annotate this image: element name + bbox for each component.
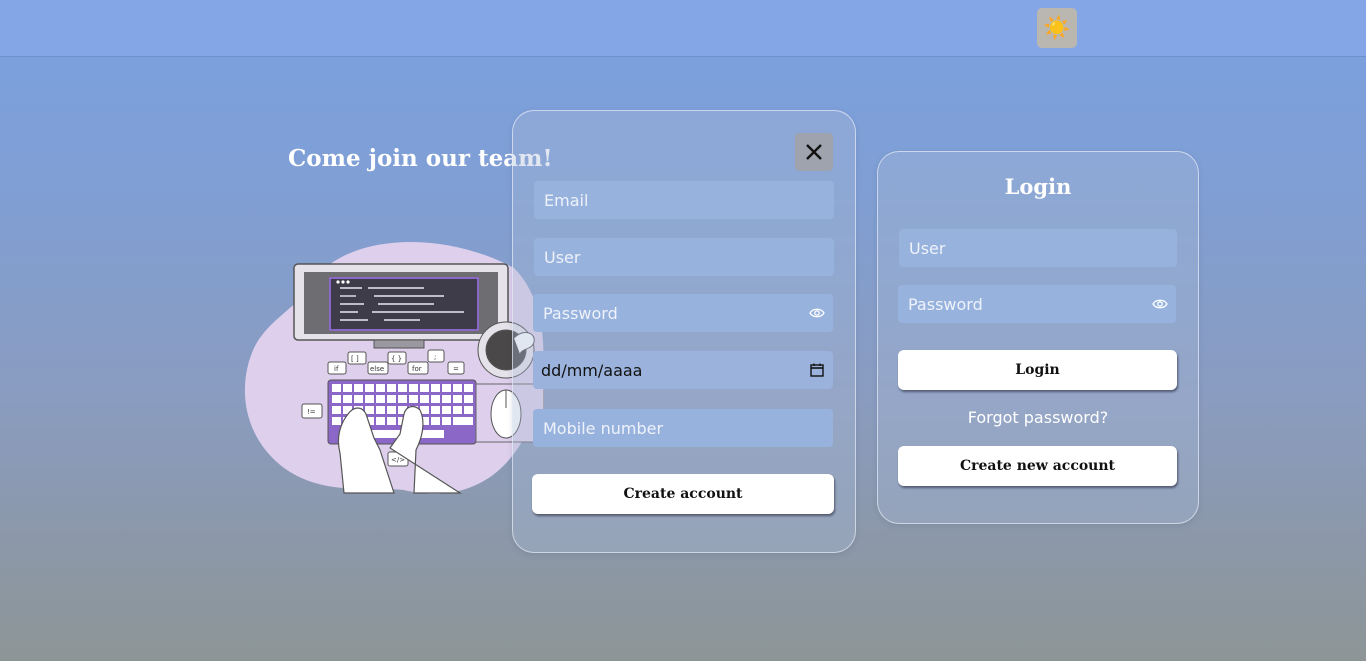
svg-text:</>: </> — [391, 456, 405, 464]
theme-toggle-button[interactable]: ☀️ — [1037, 8, 1077, 48]
signup-password-field[interactable] — [533, 294, 833, 332]
signup-card: dd/mm/aaaa Create account — [512, 110, 856, 553]
login-button[interactable]: Login — [898, 350, 1177, 390]
close-icon — [806, 144, 822, 160]
svg-text:{ }: { } — [391, 355, 402, 363]
signup-user-input[interactable] — [542, 246, 826, 268]
signup-birthdate-field[interactable]: dd/mm/aaaa — [533, 351, 833, 389]
forgot-password-link[interactable]: Forgot password? — [878, 408, 1198, 427]
svg-text:!=: != — [307, 408, 316, 416]
svg-text:;: ; — [434, 353, 436, 361]
svg-text:=: = — [453, 365, 459, 373]
close-button[interactable] — [795, 133, 833, 171]
signup-user-field[interactable] — [534, 238, 834, 276]
login-user-field[interactable] — [899, 229, 1177, 267]
calendar-icon[interactable] — [809, 362, 825, 378]
svg-text:for: for — [412, 365, 422, 373]
login-password-field[interactable] — [898, 285, 1176, 323]
signup-mobile-input[interactable] — [541, 417, 825, 439]
top-bar: ☀️ — [0, 0, 1366, 57]
signup-password-input[interactable] — [541, 302, 809, 324]
signup-email-field[interactable] — [534, 181, 834, 219]
login-user-input[interactable] — [907, 237, 1169, 259]
developer-illustration: [ ] { } ; if else for = != </> — [244, 241, 544, 494]
birthdate-placeholder: dd/mm/aaaa — [541, 360, 643, 380]
monitor — [293, 263, 509, 349]
create-new-account-button[interactable]: Create new account — [898, 446, 1177, 486]
eye-icon[interactable] — [1152, 296, 1168, 312]
svg-text:[ ]: [ ] — [351, 355, 359, 363]
create-account-button[interactable]: Create account — [532, 474, 834, 514]
sun-icon: ☀️ — [1043, 15, 1071, 40]
svg-text:if: if — [334, 365, 339, 373]
signup-mobile-field[interactable] — [533, 409, 833, 447]
svg-text:else: else — [370, 365, 384, 373]
login-card: Login Login Forgot password? Create new … — [877, 151, 1199, 524]
eye-icon[interactable] — [809, 305, 825, 321]
signup-email-input[interactable] — [542, 189, 826, 211]
login-password-input[interactable] — [906, 293, 1152, 315]
login-title: Login — [1004, 174, 1072, 199]
